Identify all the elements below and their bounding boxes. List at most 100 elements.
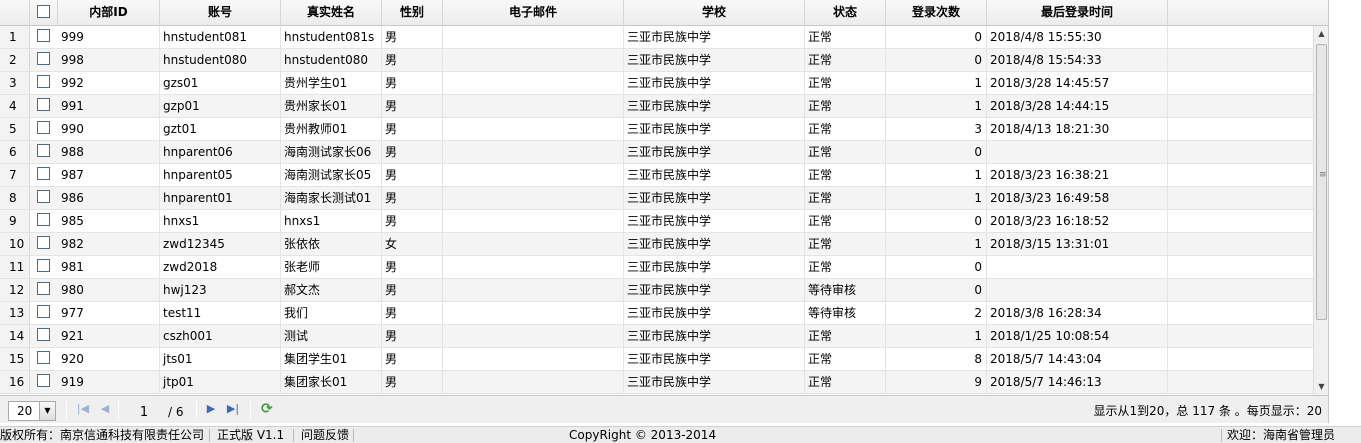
cell-school: 三亚市民族中学 [624, 302, 805, 324]
cell-login-count: 0 [886, 210, 987, 232]
cell-account: hnstudent081 [160, 26, 281, 48]
cell-account: cszh001 [160, 325, 281, 347]
divider [66, 401, 67, 419]
table-row[interactable]: 1 999 hnstudent081 hnstudent081s 男 三亚市民族中学 正常 0… [0, 26, 1313, 49]
cell-email [443, 256, 624, 278]
row-number: 10 [0, 233, 30, 255]
cell-id: 999 [58, 26, 160, 48]
table-row[interactable]: 2 998 hnstudent080 hnstudent080 男三亚市民族中学 正常 0 2… [0, 49, 1313, 72]
table-row[interactable]: 14 921 cszh001 测试男 三亚市民族中学 正常 1 2018/1/25 10:08… [0, 325, 1313, 348]
row-checkbox[interactable] [37, 75, 50, 88]
cell-gender: 男 [382, 348, 443, 370]
cell-account: jtp01 [160, 371, 281, 393]
table-row[interactable]: 8 986 hnparent01 海南家长测试01 男 三亚市民族中学 正常 1 2018/3/… [0, 187, 1313, 210]
column-header-last-login[interactable]: 最后登录时间 [987, 0, 1168, 26]
cell-email [443, 164, 624, 186]
cell-login-count: 0 [886, 279, 987, 301]
cell-school: 三亚市民族中学 [624, 26, 805, 48]
row-checkbox[interactable] [37, 52, 50, 65]
cell-gender: 男 [382, 164, 443, 186]
row-checkbox[interactable] [37, 121, 50, 134]
table-row[interactable]: 4 991 gzp01 贵州家长01 男 三亚市民族中学 正常 1 2018/3/28 14:4… [0, 95, 1313, 118]
cell-school: 三亚市民族中学 [624, 141, 805, 163]
cell-email [443, 302, 624, 324]
table-row[interactable]: 3 992 gzs01 贵州学生01 男 三亚市民族中学 正常 1 2018/3/28 14:4… [0, 72, 1313, 95]
scroll-down-icon[interactable]: ▼ [1314, 379, 1328, 395]
row-checkbox[interactable] [37, 305, 50, 318]
cell-school: 三亚市民族中学 [624, 49, 805, 71]
row-checkbox[interactable] [37, 213, 50, 226]
cell-last-login: 2018/5/7 14:43:04 [987, 348, 1168, 370]
row-checkbox[interactable] [37, 144, 50, 157]
row-number: 12 [0, 279, 30, 301]
cell-realname: 张老师 [281, 256, 382, 278]
cell-last-login [987, 279, 1168, 301]
row-checkbox[interactable] [37, 374, 50, 387]
cell-status: 正常 [805, 72, 886, 94]
table-row[interactable]: 10 982 zwd12345 张依依女 三亚市民族中学 正常 1 2018/3/15 13:… [0, 233, 1313, 256]
table-row[interactable]: 6 988 hnparent06 海南测试家长06 男 三亚市民族中学 正常 0 [0, 141, 1313, 164]
row-checkbox[interactable] [37, 190, 50, 203]
cell-id: 987 [58, 164, 160, 186]
cell-status: 正常 [805, 233, 886, 255]
table-row[interactable]: 16 919 jtp01 集团家长01 男 三亚市民族中学 正常 9 2018/5/7 14:4… [0, 371, 1313, 394]
table-row[interactable]: 11 981 zwd2018 张老师男 三亚市民族中学 正常 0 [0, 256, 1313, 279]
row-checkbox[interactable] [37, 259, 50, 272]
first-page-icon[interactable]: |◀ [76, 402, 90, 416]
cell-email [443, 325, 624, 347]
column-header-account[interactable]: 账号 [160, 0, 281, 26]
chevron-down-icon[interactable]: ▼ [39, 402, 55, 420]
table-row[interactable]: 12 980 hwj123 郝文杰男 三亚市民族中学 等待审核 0 [0, 279, 1313, 302]
next-page-icon[interactable]: ▶ [204, 402, 218, 416]
scroll-up-icon[interactable]: ▲ [1314, 26, 1328, 42]
cell-login-count: 1 [886, 325, 987, 347]
cell-login-count: 9 [886, 371, 987, 393]
row-checkbox[interactable] [37, 167, 50, 180]
row-checkbox[interactable] [37, 236, 50, 249]
prev-page-icon[interactable]: ◀ [98, 402, 112, 416]
row-checkbox[interactable] [37, 98, 50, 111]
column-header-status[interactable]: 状态 [805, 0, 886, 26]
current-page-input[interactable]: 1 [124, 402, 164, 421]
cell-account: hnparent06 [160, 141, 281, 163]
row-checkbox[interactable] [37, 328, 50, 341]
row-checkbox[interactable] [37, 282, 50, 295]
column-header-realname[interactable]: 真实姓名 [281, 0, 382, 26]
cell-school: 三亚市民族中学 [624, 325, 805, 347]
vertical-scrollbar[interactable]: ▲ ≡ ▼ [1313, 26, 1328, 395]
scrollbar-thumb[interactable]: ≡ [1316, 44, 1327, 320]
table-row[interactable]: 15 920 jts01 集团学生01 男 三亚市民族中学 正常 8 2018/5/7 14:4… [0, 348, 1313, 371]
cell-school: 三亚市民族中学 [624, 371, 805, 393]
column-header-gender[interactable]: 性别 [382, 0, 443, 26]
cell-id: 981 [58, 256, 160, 278]
table-row[interactable]: 13 977 test11 我们男 三亚市民族中学 等待审核 2 2018/3/8 16:28… [0, 302, 1313, 325]
row-number: 4 [0, 95, 30, 117]
cell-last-login: 2018/3/23 16:18:52 [987, 210, 1168, 232]
table-row[interactable]: 9 985 hnxs1 hnxs1 男三亚市民族中学 正常 0 2018/3/23 16:18… [0, 210, 1313, 233]
cell-realname: 集团家长01 [281, 371, 382, 393]
last-page-icon[interactable]: ▶| [226, 402, 240, 416]
column-header-email[interactable]: 电子邮件 [443, 0, 624, 26]
cell-id: 985 [58, 210, 160, 232]
column-header-login-count[interactable]: 登录次数 [886, 0, 987, 26]
cell-id: 920 [58, 348, 160, 370]
table-row[interactable]: 5 990 gzt01 贵州教师01 男 三亚市民族中学 正常 3 2018/4/13 18:2… [0, 118, 1313, 141]
select-all-checkbox[interactable] [37, 5, 50, 18]
row-number: 6 [0, 141, 30, 163]
refresh-icon[interactable]: ⟳ [261, 401, 277, 417]
table-row[interactable]: 7 987 hnparent05 海南测试家长05 男 三亚市民族中学 正常 1 2018/3/… [0, 164, 1313, 187]
cell-gender: 男 [382, 141, 443, 163]
feedback-link[interactable]: 问题反馈 [301, 427, 349, 443]
row-checkbox[interactable] [37, 29, 50, 42]
row-checkbox[interactable] [37, 351, 50, 364]
cell-account: hnparent01 [160, 187, 281, 209]
cell-last-login: 2018/5/7 14:46:13 [987, 371, 1168, 393]
page-size-select[interactable]: 20 ▼ [8, 401, 56, 421]
row-number: 11 [0, 256, 30, 278]
cell-id: 921 [58, 325, 160, 347]
column-header-school[interactable]: 学校 [624, 0, 805, 26]
column-header-id[interactable]: 内部ID [58, 0, 160, 26]
cell-id: 919 [58, 371, 160, 393]
cell-last-login: 2018/3/28 14:45:57 [987, 72, 1168, 94]
cell-email [443, 95, 624, 117]
